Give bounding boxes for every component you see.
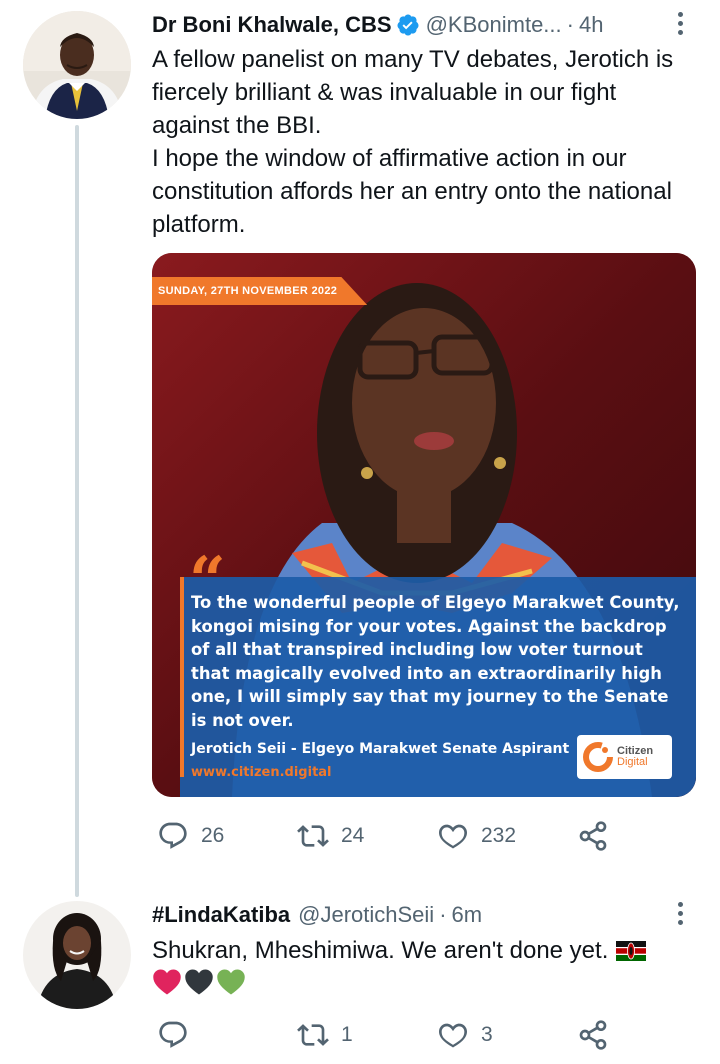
retweet-count: 1 (341, 1023, 353, 1046)
reply-icon (159, 1021, 187, 1048)
author-handle[interactable]: @KBonimte... (426, 12, 562, 38)
tweet-media-image[interactable]: SUNDAY, 27TH NOVEMBER 2022 “ To the wond… (152, 253, 696, 797)
reply-count: 26 (201, 824, 225, 847)
retweet-icon (297, 825, 329, 847)
reply-button[interactable]: 26 (157, 820, 297, 852)
like-icon (439, 824, 467, 849)
thread-connector-line (75, 125, 79, 897)
tweet-actions: 26 24 232 (157, 820, 621, 852)
author-name[interactable]: Dr Boni Khalwale, CBS (152, 12, 392, 38)
separator: · (439, 902, 447, 927)
author-name[interactable]: #LindaKatiba (152, 902, 290, 928)
reply-button[interactable] (157, 1019, 297, 1051)
like-count: 3 (481, 1023, 493, 1046)
tweet-header: #LindaKatiba @JerotichSeii · 6m (152, 902, 482, 928)
timestamp[interactable]: 6m (452, 902, 483, 928)
like-count: 232 (481, 824, 517, 847)
heart-emojis (152, 968, 246, 996)
verified-badge-icon (397, 14, 419, 36)
site-url: www.citizen.digital (191, 765, 332, 780)
avatar[interactable] (23, 11, 131, 119)
separator: · (566, 12, 574, 37)
citizen-digital-logo: Citizen Digital (577, 735, 672, 779)
tweet-actions: 1 3 (157, 1019, 621, 1051)
red-heart-icon (153, 969, 181, 995)
tweet-text: Shukran, Mheshimiwa. We aren't done yet. (152, 934, 700, 967)
retweet-count: 24 (341, 824, 365, 847)
like-icon (439, 1023, 467, 1048)
more-options-icon[interactable] (670, 899, 690, 929)
more-options-icon[interactable] (670, 9, 690, 39)
green-heart-icon (217, 969, 245, 995)
avatar-photo (23, 11, 131, 119)
retweet-button[interactable]: 1 (297, 1019, 437, 1051)
avatar[interactable] (23, 901, 131, 1009)
retweet-icon (297, 1024, 329, 1046)
share-icon (579, 821, 607, 851)
reply-text: Shukran, Mheshimiwa. We aren't done yet. (152, 937, 609, 964)
share-button[interactable] (577, 820, 621, 852)
black-heart-icon (185, 969, 213, 995)
tweet-text: A fellow panelist on many TV debates, Je… (152, 46, 674, 238)
share-icon (579, 1020, 607, 1050)
citizen-logo-icon (583, 742, 613, 772)
quote-accent-bar (180, 577, 184, 777)
quote-credit: Jerotich Seii - Elgeyo Marakwet Senate A… (191, 741, 570, 757)
tweet-header: Dr Boni Khalwale, CBS @KBonimte... · 4h (152, 12, 603, 38)
avatar-photo (23, 901, 131, 1009)
share-button[interactable] (577, 1019, 621, 1051)
like-button[interactable]: 3 (437, 1019, 577, 1051)
reply-icon (159, 822, 187, 849)
author-handle[interactable]: @JerotichSeii (298, 902, 434, 928)
retweet-button[interactable]: 24 (297, 820, 437, 852)
timestamp[interactable]: 4h (579, 12, 603, 38)
like-button[interactable]: 232 (437, 820, 577, 852)
kenya-flag-icon (616, 940, 647, 961)
date-tag: SUNDAY, 27TH NOVEMBER 2022 (152, 277, 368, 305)
logo-line-2: Digital (617, 756, 648, 768)
quote-text: To the wonderful people of Elgeyo Marakw… (191, 593, 680, 730)
